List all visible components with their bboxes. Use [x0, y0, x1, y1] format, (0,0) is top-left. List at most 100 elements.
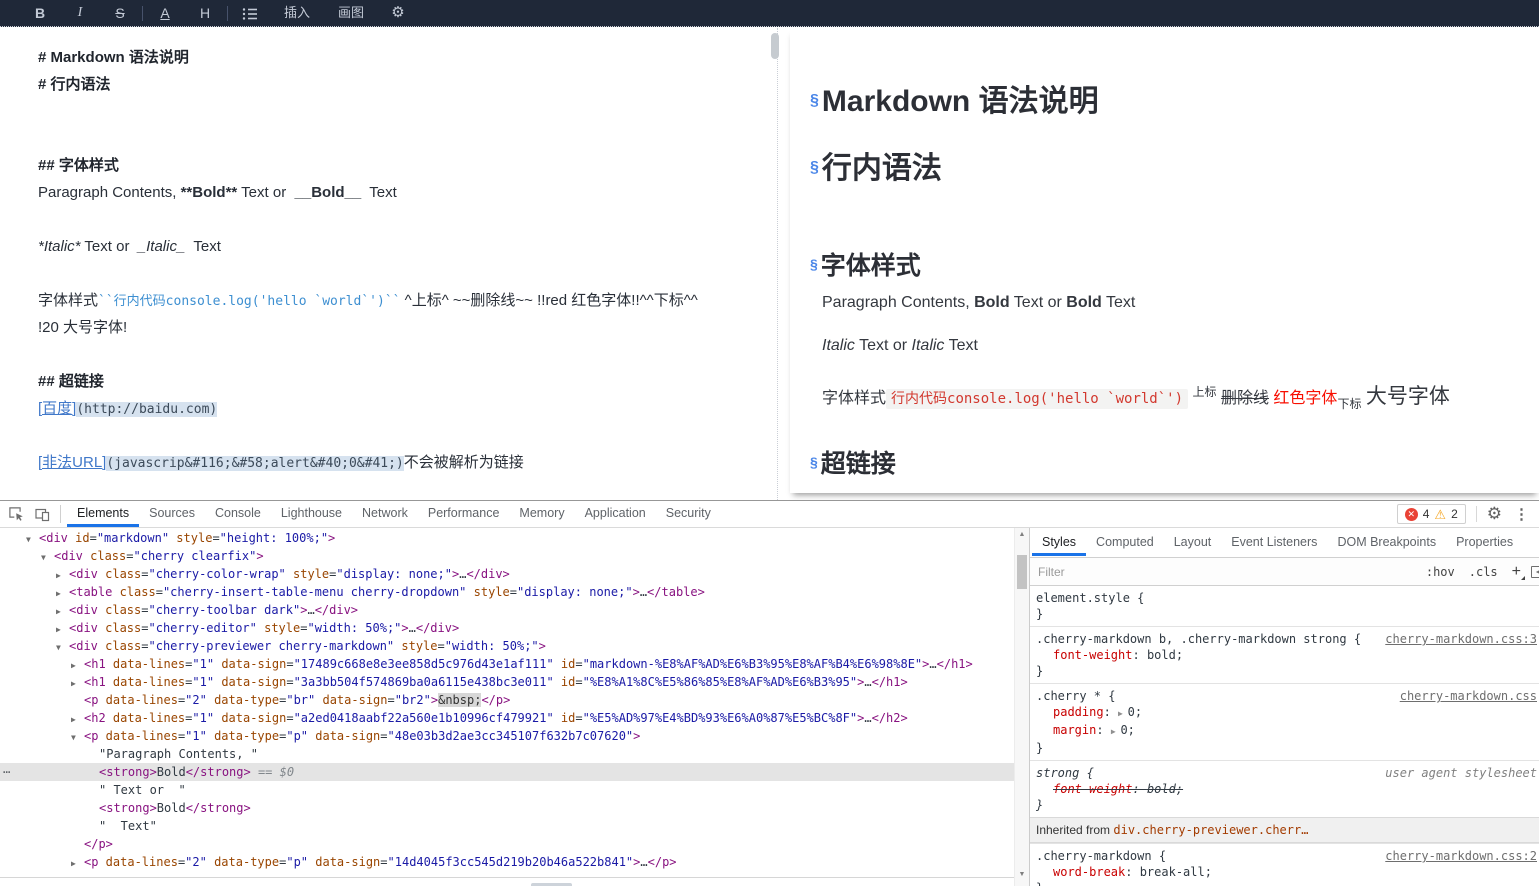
- sidebar-dock-icon[interactable]: ◄: [1531, 566, 1539, 578]
- tree-row[interactable]: <strong>Bold</strong>: [0, 799, 1014, 817]
- styles-tab-layout[interactable]: Layout: [1164, 530, 1222, 556]
- console-status-badges[interactable]: ✕ 4 ⚠ 2: [1397, 504, 1466, 524]
- strikethrough-button[interactable]: S: [100, 0, 140, 26]
- anchor-icon[interactable]: §: [810, 256, 818, 272]
- styles-tab-computed[interactable]: Computed: [1086, 530, 1164, 556]
- inspect-element-icon[interactable]: [6, 504, 26, 524]
- property-value: bold;: [1147, 648, 1183, 662]
- editor-line-blank: [38, 260, 777, 287]
- italic-button[interactable]: I: [60, 0, 100, 26]
- stylesheet-link[interactable]: cherry-markdown.css: [1400, 688, 1537, 704]
- styles-tab-dom-breakpoints[interactable]: DOM Breakpoints: [1327, 530, 1446, 556]
- editor-line-blank: [38, 206, 777, 233]
- editor-line-bigfont: !20 大号字体!: [38, 314, 777, 341]
- class-toggle[interactable]: .cls: [1469, 565, 1498, 579]
- expand-value-icon[interactable]: ▶: [1118, 709, 1128, 718]
- devtools-settings-gear-icon[interactable]: ⚙: [1487, 504, 1502, 524]
- style-rule: cherry-markdown.css:2.cherry-markdown {w…: [1030, 843, 1539, 886]
- styles-tab-properties[interactable]: Properties: [1446, 530, 1523, 556]
- error-count: 4: [1423, 507, 1430, 521]
- error-icon: ✕: [1405, 508, 1418, 521]
- devtools-tab-memory[interactable]: Memory: [509, 501, 574, 527]
- settings-gear-icon[interactable]: ⚙: [378, 0, 418, 26]
- stylesheet-link[interactable]: cherry-markdown.css:3: [1385, 631, 1537, 647]
- property-name: margin: [1053, 723, 1096, 737]
- devtools-tab-lighthouse[interactable]: Lighthouse: [271, 501, 352, 527]
- tree-row[interactable]: "Paragraph Contents, ": [0, 745, 1014, 763]
- css-declaration[interactable]: padding: ▶ 0;: [1036, 704, 1537, 722]
- anchor-icon[interactable]: §: [810, 92, 819, 109]
- device-toolbar-icon[interactable]: [32, 504, 52, 524]
- scrollbar-thumb[interactable]: [1017, 555, 1027, 589]
- preview-paragraph-inline: 字体样式行内代码console.log('hello `world`') 上标 …: [822, 380, 1450, 412]
- tree-row[interactable]: ▼<div class="cherry-previewer cherry-mar…: [0, 637, 1014, 655]
- list-icon: [242, 7, 258, 21]
- header-button[interactable]: H: [185, 0, 225, 26]
- font-color-button[interactable]: A: [145, 0, 185, 26]
- styles-tab-event-listeners[interactable]: Event Listeners: [1221, 530, 1327, 556]
- illegal-url-link-text[interactable]: [非法URL]: [38, 454, 106, 471]
- tree-row[interactable]: ▶<div class="cherry-toolbar dark">…</div…: [0, 601, 1014, 619]
- baidu-link-text[interactable]: [百度]: [38, 400, 76, 417]
- preview-h1-inline-syntax: §行内语法: [810, 143, 942, 187]
- new-style-rule-button[interactable]: +: [1512, 563, 1521, 581]
- devtools-tab-elements[interactable]: Elements: [67, 501, 139, 527]
- tree-row[interactable]: " Text or ": [0, 781, 1014, 799]
- warning-icon: ⚠: [1434, 508, 1446, 521]
- tree-row[interactable]: ▶<h1 data-lines="1" data-sign="17489c668…: [0, 655, 1014, 673]
- draw-menu-button[interactable]: 画图: [324, 0, 378, 26]
- anchor-icon[interactable]: §: [810, 454, 818, 470]
- tree-row[interactable]: ▼<div class="cherry clearfix">: [0, 547, 1014, 565]
- css-declaration[interactable]: font-weight: bold;: [1036, 781, 1537, 797]
- preview-h2-font-style: §字体样式: [810, 246, 921, 282]
- devtools-kebab-menu-icon[interactable]: ⋮: [1514, 505, 1529, 523]
- css-declaration[interactable]: font-weight: bold;: [1036, 647, 1537, 663]
- styles-tab-styles[interactable]: Styles: [1032, 530, 1086, 556]
- devtools-tab-console[interactable]: Console: [205, 501, 271, 527]
- expand-value-icon[interactable]: ▶: [1111, 727, 1121, 736]
- preview-h2-hyperlink: §超链接: [810, 444, 896, 480]
- scrollbar-up-icon[interactable]: ▲: [1015, 531, 1029, 538]
- rule-close-brace: }: [1036, 880, 1537, 886]
- tree-row[interactable]: ▶<h2 data-lines="1" data-sign="a2ed0418a…: [0, 709, 1014, 727]
- devtools-body: ▼<div id="markdown" style="height: 100%;…: [0, 528, 1539, 886]
- markdown-editor-pane[interactable]: # Markdown 语法说明 # 行内语法 ## 字体样式 Paragraph…: [0, 28, 778, 500]
- devtools-tab-network[interactable]: Network: [352, 501, 418, 527]
- list-button[interactable]: [230, 0, 270, 26]
- tree-row[interactable]: ▶<p data-lines="2" data-type="p" data-si…: [0, 853, 1014, 871]
- tree-row[interactable]: ▶<table class="cherry-insert-table-menu …: [0, 583, 1014, 601]
- editor-line-italic: *Italic* Text or _Italic_ Text: [38, 233, 777, 260]
- devtools-tab-sources[interactable]: Sources: [139, 501, 205, 527]
- css-declaration[interactable]: margin: ▶ 0;: [1036, 722, 1537, 740]
- bold-button[interactable]: B: [20, 0, 60, 26]
- css-declaration[interactable]: word-break: break-all;: [1036, 864, 1537, 880]
- insert-menu-button[interactable]: 插入: [270, 0, 324, 26]
- tree-row[interactable]: <strong>Bold</strong> == $0⋯: [0, 763, 1014, 781]
- tree-row[interactable]: ▼<p data-lines="1" data-type="p" data-si…: [0, 727, 1014, 745]
- tree-row[interactable]: ▼<div id="markdown" style="height: 100%;…: [0, 529, 1014, 547]
- tree-row[interactable]: <p data-lines="2" data-type="br" data-si…: [0, 691, 1014, 709]
- twisty-icon[interactable]: ▶: [71, 855, 84, 873]
- breadcrumb-item[interactable]: strong: [531, 883, 572, 886]
- rule-close-brace: }: [1036, 663, 1537, 679]
- tree-row[interactable]: ▶<h1 data-lines="1" data-sign="3a3bb504f…: [0, 673, 1014, 691]
- devtools-tab-security[interactable]: Security: [656, 501, 721, 527]
- tree-row[interactable]: ▶<div class="cherry-editor" style="width…: [0, 619, 1014, 637]
- anchor-icon[interactable]: §: [810, 159, 819, 176]
- scrollbar-down-icon[interactable]: ▼: [1015, 871, 1029, 878]
- inherited-node-link[interactable]: div.cherry-previewer.cherr…: [1113, 823, 1308, 837]
- property-name: font-weight: [1053, 648, 1132, 662]
- editor-scrollbar-thumb[interactable]: [771, 33, 779, 59]
- rule-header: cherry-markdown.css:3.cherry-markdown b,…: [1036, 631, 1537, 647]
- devtools-tabs: ElementsSourcesConsoleLighthouseNetworkP…: [67, 501, 721, 527]
- devtools-tab-application[interactable]: Application: [575, 501, 656, 527]
- elements-scrollbar[interactable]: ▲ ▼: [1014, 528, 1029, 886]
- pseudo-state-toggle[interactable]: :hov: [1426, 565, 1455, 579]
- toolbar-divider: [227, 6, 228, 21]
- devtools-tab-performance[interactable]: Performance: [418, 501, 510, 527]
- tree-row[interactable]: ▶<div class="cherry-color-wrap" style="d…: [0, 565, 1014, 583]
- tree-row[interactable]: </p>: [0, 835, 1014, 853]
- tree-row[interactable]: " Text": [0, 817, 1014, 835]
- styles-filter-input[interactable]: [1038, 565, 1426, 579]
- stylesheet-link[interactable]: cherry-markdown.css:2: [1385, 848, 1537, 864]
